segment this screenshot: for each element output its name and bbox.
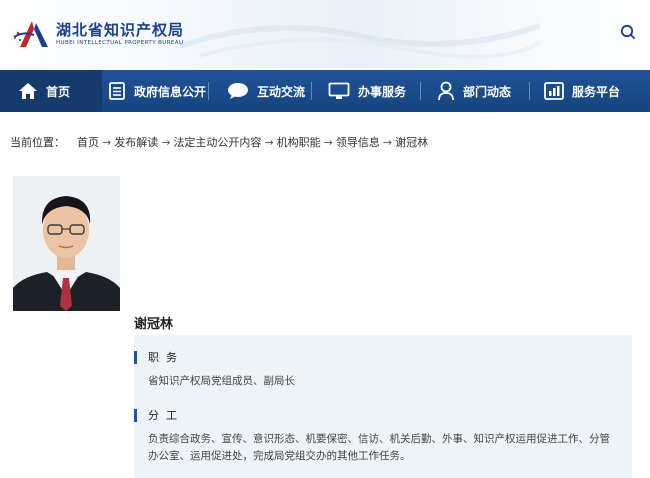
duties-text: 负责综合政务、宣传、意识形态、机要保密、信访、机关后勤、外事、知识产权运用促进工… — [148, 433, 610, 462]
chat-bubble-icon — [227, 82, 249, 100]
main-nav: 首页 政府信息公开 互动交流 办事服务 部门动态 服务平台 — [0, 70, 650, 112]
site-header: 湖北省知识产权局 HUBEI INTELLECTUAL PROPERTY BUR… — [0, 0, 650, 68]
leader-portrait — [13, 176, 120, 311]
leader-name: 谢冠林 — [134, 317, 174, 332]
logo-emblem-icon — [12, 19, 50, 49]
breadcrumb-separator: → — [382, 136, 393, 149]
logo-text: 湖北省知识产权局 HUBEI INTELLECTUAL PROPERTY BUR… — [56, 20, 185, 47]
nav-label: 首页 — [46, 84, 71, 99]
site-logo[interactable]: 湖北省知识产权局 HUBEI INTELLECTUAL PROPERTY BUR… — [12, 19, 184, 49]
nav-item-services[interactable]: 办事服务 — [312, 70, 420, 112]
breadcrumb-link[interactable]: 首页 — [77, 136, 99, 149]
home-icon — [18, 82, 38, 100]
nav-label: 服务平台 — [572, 84, 621, 99]
breadcrumb-link[interactable]: 领导信息 — [336, 136, 380, 149]
section-accent-bar — [134, 350, 137, 364]
breadcrumb-lead: 当前位置： — [10, 136, 65, 149]
chart-icon — [544, 82, 564, 100]
section-title-duties: 分工 — [134, 407, 184, 423]
nav-label: 互动交流 — [257, 84, 306, 99]
section-accent-bar — [134, 408, 137, 422]
logo-subtitle: HUBEI INTELLECTUAL PROPERTY BUREAU — [56, 39, 184, 46]
breadcrumb-separator: → — [264, 136, 274, 149]
breadcrumb: 当前位置： 首页 → 发布解读 → 法定主动公开内容 → 机构职能 → 领导信息 → 谢冠林 — [10, 134, 428, 150]
nav-item-home[interactable]: 首页 — [0, 70, 102, 112]
monitor-icon — [328, 82, 350, 100]
nav-label: 办事服务 — [358, 84, 407, 99]
nav-label: 部门动态 — [463, 84, 512, 99]
breadcrumb-separator: → — [102, 136, 112, 149]
leader-info-panel: 职务 省知识产权局党组成员、副局长 分工 负责综合政务、宣传、意识形态、机要保密… — [134, 335, 632, 478]
position-text: 省知识产权局党组成员、副局长 — [148, 375, 295, 387]
logo-title: 湖北省知识产权局 — [56, 20, 185, 39]
search-icon[interactable] — [618, 22, 638, 42]
nav-item-dept-news[interactable]: 部门动态 — [421, 70, 529, 112]
breadcrumb-separator: → — [323, 136, 333, 149]
breadcrumb-link[interactable]: 谢冠林 — [395, 136, 428, 149]
nav-item-platform[interactable]: 服务平台 — [530, 70, 650, 112]
nav-item-interaction[interactable]: 互动交流 — [209, 70, 311, 112]
section-title-position: 职务 — [134, 349, 184, 365]
nav-item-gov-info[interactable]: 政府信息公开 — [102, 70, 208, 112]
section-title-text: 分工 — [148, 409, 184, 422]
nav-label: 政府信息公开 — [134, 84, 207, 99]
section-title-text: 职务 — [148, 351, 184, 364]
breadcrumb-link[interactable]: 法定主动公开内容 — [173, 136, 261, 149]
document-list-icon — [108, 82, 126, 100]
header-decoration — [180, 23, 540, 59]
page: 湖北省知识产权局 HUBEI INTELLECTUAL PROPERTY BUR… — [0, 0, 650, 478]
breadcrumb-separator: → — [161, 136, 171, 149]
person-icon — [437, 81, 455, 101]
breadcrumb-link[interactable]: 机构职能 — [277, 136, 321, 149]
breadcrumb-link[interactable]: 发布解读 — [114, 136, 158, 149]
